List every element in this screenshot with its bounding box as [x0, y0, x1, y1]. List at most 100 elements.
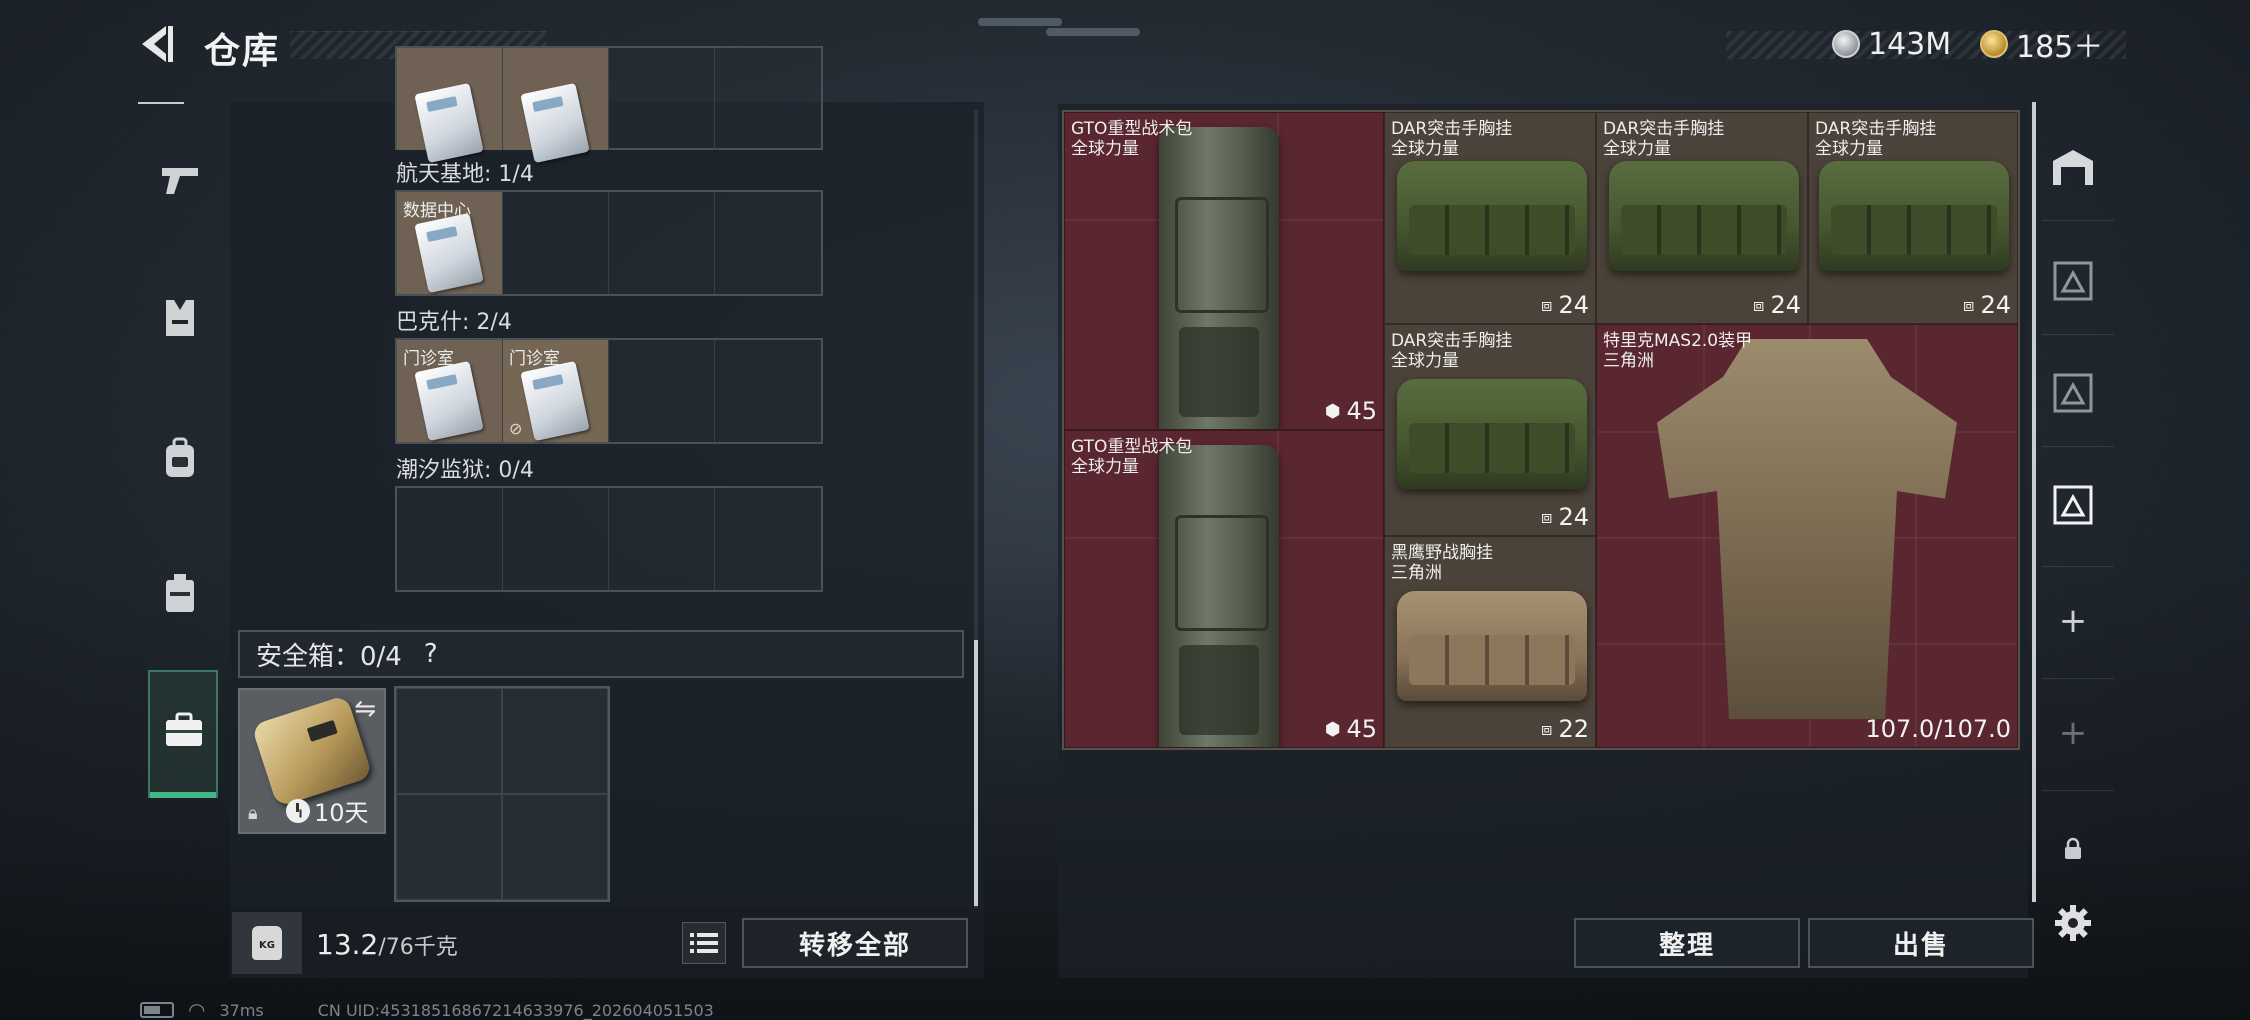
briefcase-icon [164, 712, 204, 752]
add-tab-button[interactable]: + [2042, 590, 2104, 652]
sidebar-item-weapons[interactable] [148, 148, 212, 212]
sidebar-divider [2042, 446, 2114, 447]
storage-tab-3-icon [2053, 485, 2093, 525]
wifi-icon: ◠ [188, 998, 206, 1020]
back-button[interactable] [136, 22, 180, 66]
timer-value: 10天 [314, 799, 369, 827]
grid-line [1703, 325, 1705, 747]
silver-amount: 143M [1868, 26, 1952, 62]
lock-icon [2065, 837, 2081, 859]
tab-storage-3[interactable] [2042, 474, 2104, 536]
keycard-slot-empty[interactable] [715, 48, 821, 150]
gold-coin-icon [1980, 30, 2008, 58]
item-capacity: ⧈ 24 [1541, 291, 1589, 319]
sell-button[interactable]: 出售 [1808, 918, 2034, 968]
backpack-image [1159, 445, 1279, 747]
page-title: 仓库 [204, 31, 281, 72]
keycard-slot-empty[interactable] [503, 488, 609, 590]
unsellable-icon: ⊘ [509, 419, 523, 438]
item-name: GTO重型战术包 全球力量 [1071, 437, 1193, 477]
weight-text: 13.2/76千克 [316, 928, 458, 961]
silver-currency[interactable]: 143M [1832, 24, 1951, 64]
keycard-slot[interactable]: 门诊室 ⊘ [503, 340, 609, 442]
safe-box-grid[interactable] [394, 686, 610, 902]
item-capacity: ⧈ 22 [1541, 715, 1589, 743]
settings-button[interactable] [2042, 892, 2104, 954]
inventory-item-chest-rig[interactable]: DAR突击手胸挂 全球力量 ⧈ 24 [1384, 112, 1596, 324]
warehouse-scrollbar-thumb[interactable] [2032, 102, 2036, 902]
silver-coin-icon [1832, 30, 1860, 58]
keycard-slot-empty[interactable] [715, 340, 821, 442]
keycard-slot[interactable] [503, 48, 609, 164]
keycard-slot-empty[interactable] [715, 192, 821, 294]
keycard-icon [520, 360, 590, 442]
gold-amount: 185＋ [2016, 30, 2104, 65]
ceiling-light [1046, 28, 1140, 36]
status-bar: ◠ 37ms CN UID:4531851686721463​3976_2026… [140, 998, 714, 1020]
tab-storage-1[interactable] [2042, 250, 2104, 312]
sidebar-divider [2042, 220, 2114, 221]
keycard-slot-empty[interactable] [503, 192, 609, 294]
add-tab-icon: + [2058, 601, 2088, 641]
keycard-slot[interactable] [397, 48, 503, 164]
vest-small-icon: ⧈ [1541, 506, 1553, 528]
inventory-item-armor[interactable]: 特里克MAS2.0装甲 三角洲 107.0/107.0 [1596, 324, 2018, 748]
backpack-small-icon: ⬢ [1324, 718, 1341, 740]
inventory-item-chest-rig[interactable]: DAR突击手胸挂 全球力量 ⧈ 24 [1808, 112, 2018, 324]
item-capacity: ⧈ 24 [1541, 503, 1589, 531]
item-capacity: ⬢ 45 [1324, 397, 1377, 425]
gold-currency[interactable]: 185＋ [1980, 24, 2104, 65]
sidebar-active-indicator [150, 792, 216, 798]
sidebar-item-backpack[interactable] [148, 426, 212, 490]
list-view-button[interactable] [682, 922, 726, 964]
container-scrollbar-thumb[interactable] [974, 640, 978, 906]
weight-current: 13.2 [316, 928, 379, 961]
keycard-slot-row-tidal-prison [395, 486, 823, 592]
keycard-slot-empty[interactable] [609, 192, 715, 294]
tab-storage-2[interactable] [2042, 362, 2104, 424]
keycard-slot-empty[interactable] [715, 488, 821, 590]
safe-slot[interactable] [396, 794, 502, 900]
ceiling-light [978, 18, 1062, 26]
tab-warehouse[interactable] [2042, 136, 2104, 198]
transfer-all-button[interactable]: 转移全部 [742, 918, 968, 968]
inventory-item-chest-rig[interactable]: 黑鹰野战胸挂 三角洲 ⧈ 22 [1384, 536, 1596, 748]
back-arrow-icon [142, 26, 173, 62]
ping-text: 37ms [219, 1000, 264, 1020]
keycard-slot-empty[interactable] [609, 488, 715, 590]
keycard-slot[interactable]: 数据中心 [397, 192, 503, 294]
weight-indicator: KG [232, 912, 302, 974]
item-durability: 107.0/107.0 [1865, 715, 2012, 743]
inventory-item-chest-rig[interactable]: DAR突击手胸挂 全球力量 ⧈ 24 [1596, 112, 1808, 324]
locked-tab[interactable] [2042, 818, 2104, 880]
vest-small-icon: ⧈ [1963, 294, 1975, 316]
sidebar-item-armor[interactable] [148, 286, 212, 350]
warehouse-grid: GTO重型战术包 全球力量 ⬢ 45 DAR突击手胸挂 全球力量 ⧈ 24 DAR突击手… [1062, 110, 2020, 750]
keycard-slot-empty[interactable] [609, 48, 715, 150]
inventory-item-backpack[interactable]: GTO重型战术包 全球力量 ⬢ 45 [1064, 112, 1384, 430]
item-name: 特里克MAS2.0装甲 三角洲 [1603, 331, 1753, 371]
help-icon[interactable]: ? [424, 639, 438, 669]
keycard-slot-empty[interactable] [609, 340, 715, 442]
backpack-image [1159, 127, 1279, 429]
keycard-slot[interactable]: 门诊室 [397, 340, 503, 442]
safe-slot[interactable] [502, 794, 608, 900]
inventory-item-backpack[interactable]: GTO重型战术包 全球力量 ⬢ 45 [1064, 430, 1384, 748]
sidebar-item-chest-rig[interactable] [148, 562, 212, 626]
keycard-slot-empty[interactable] [397, 488, 503, 590]
safe-slot[interactable] [502, 688, 608, 794]
safe-slot[interactable] [396, 688, 502, 794]
backpack-icon [166, 437, 194, 477]
chest-rig-image [1819, 161, 2009, 271]
clock-icon [286, 798, 310, 823]
swap-icon[interactable]: ⇋ [354, 694, 376, 724]
vest-small-icon: ⧈ [1753, 294, 1765, 316]
organize-button[interactable]: 整理 [1574, 918, 1800, 968]
gear-icon [2055, 905, 2091, 941]
keycard-slot-row-bakhsh: 门诊室 门诊室 ⊘ [395, 338, 823, 444]
safe-box-item[interactable]: ⇋ 🔒︎ 10天 [238, 688, 386, 834]
sidebar-item-safe-box[interactable] [148, 670, 218, 798]
backpack-small-icon: ⬢ [1324, 400, 1341, 422]
item-name: DAR突击手胸挂 全球力量 [1815, 119, 1937, 159]
inventory-item-chest-rig[interactable]: DAR突击手胸挂 全球力量 ⧈ 24 [1384, 324, 1596, 536]
